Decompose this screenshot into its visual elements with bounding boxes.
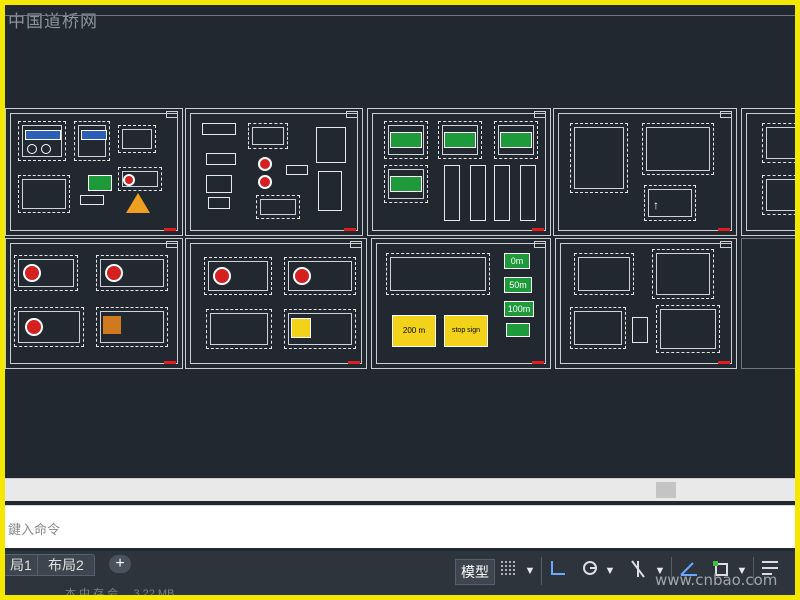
distance-sign-50m: 50m xyxy=(504,277,532,293)
watermark-url: www.cnbao.com xyxy=(655,571,778,589)
polar-tracking-icon[interactable] xyxy=(579,559,601,583)
dropdown-arrow-icon[interactable]: ▼ xyxy=(523,559,537,583)
drawing-sheet-6[interactable] xyxy=(5,238,183,369)
file-size-text: 本 中 存 会 ... 3.22 MB xyxy=(65,588,175,595)
overflow-icon[interactable] xyxy=(785,559,795,583)
dropdown-arrow-icon[interactable]: ▼ xyxy=(603,559,617,583)
drawing-sheet-3[interactable] xyxy=(367,108,551,236)
ortho-icon[interactable] xyxy=(547,559,569,583)
drawing-sheet-8[interactable]: 0m 50m 100m 200 m stop sign xyxy=(371,238,551,369)
yellow-distance-sign: 200 m xyxy=(392,315,436,347)
model-space-button[interactable]: 模型 xyxy=(455,559,495,585)
horizontal-scrollbar[interactable] xyxy=(5,478,795,501)
canvas-top-guide xyxy=(5,15,795,16)
distance-sign-0m: 0m xyxy=(504,253,530,269)
drawing-sheet-edge xyxy=(741,238,795,369)
drawing-sheet-4[interactable]: ↑ xyxy=(553,108,737,236)
yellow-info-sign: stop sign xyxy=(444,315,488,347)
drawing-sheet-5[interactable] xyxy=(741,108,795,236)
scrollbar-thumb[interactable] xyxy=(656,482,676,498)
add-layout-tab-button[interactable]: + xyxy=(109,555,131,573)
command-line[interactable]: 鍵入命令 xyxy=(5,505,795,548)
drawing-sheet-2[interactable] xyxy=(185,108,363,236)
autocad-window: 中国道桥网 ↑ 0m 50m 100m 200 m stop sign 鍵入命令… xyxy=(5,5,795,595)
distance-sign-100m: 100m xyxy=(504,301,534,317)
object-snap-tracking-icon[interactable] xyxy=(625,559,651,583)
drawing-sheet-7[interactable] xyxy=(185,238,367,369)
watermark-text: 中国道桥网 xyxy=(8,12,98,32)
command-input-placeholder[interactable]: 鍵入命令 xyxy=(8,519,60,538)
drawing-sheet-1[interactable] xyxy=(5,108,183,236)
drawing-canvas[interactable]: 中国道桥网 ↑ 0m 50m 100m 200 m stop sign xyxy=(5,5,795,478)
tab-layout2[interactable]: 布局2 xyxy=(37,554,95,576)
warning-sign-icon xyxy=(126,193,150,213)
drawing-sheet-9[interactable] xyxy=(555,238,737,369)
grid-icon[interactable] xyxy=(497,559,519,583)
